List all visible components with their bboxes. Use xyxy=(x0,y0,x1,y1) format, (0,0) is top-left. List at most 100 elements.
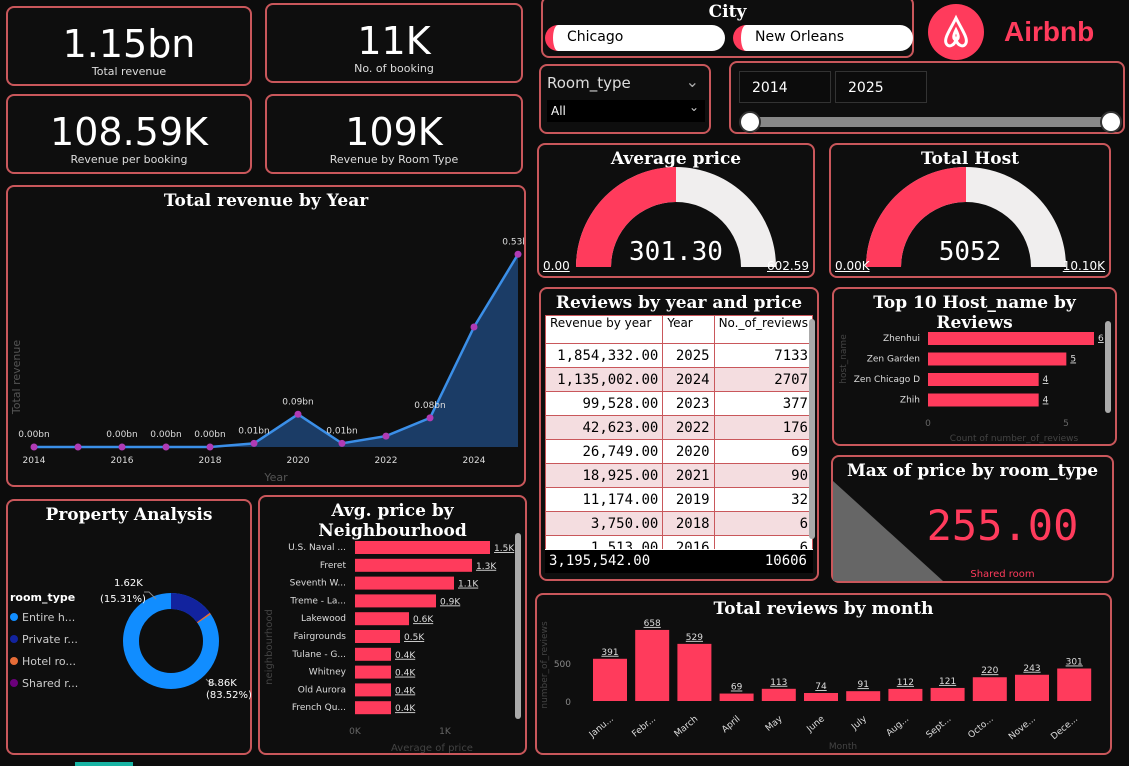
data-label: 69 xyxy=(731,683,743,693)
y-tick-label: Old Aurora xyxy=(298,685,346,695)
x-tick-label: 2018 xyxy=(199,456,222,466)
kpi-value: 109K xyxy=(345,110,443,154)
gauge-min: 0.00 xyxy=(543,259,570,273)
x-axis-title: Month xyxy=(829,742,857,752)
kpi-label: Revenue by Room Type xyxy=(329,153,459,166)
col-header-year[interactable]: Year xyxy=(662,315,715,344)
table-row[interactable]: 26,749.00 2020 69 xyxy=(544,439,814,464)
bar xyxy=(928,352,1067,366)
table-cell: 26,749.00 xyxy=(544,439,664,464)
neighbourhood-scrollbar[interactable] xyxy=(515,533,521,719)
table-title: Reviews by year and price xyxy=(555,293,803,313)
x-tick-label: Aug... xyxy=(885,714,911,738)
table-cell: 90 xyxy=(713,463,814,488)
hosts-scrollbar[interactable] xyxy=(1105,321,1111,413)
x-tick-label: 2016 xyxy=(111,456,134,466)
y-tick-label: Freret xyxy=(320,561,347,571)
table-cell: 99,528.00 xyxy=(544,391,664,416)
col-header-revenue[interactable]: Revenue by year xyxy=(544,315,664,344)
data-point xyxy=(162,443,170,451)
bar xyxy=(355,576,454,590)
average-price-gauge: Average price 301.30 0.00 602.59 xyxy=(537,143,815,278)
table-row[interactable]: 1,854,332.00 2025 7133 xyxy=(544,343,814,368)
bar xyxy=(355,541,490,554)
y-tick-label: 0 xyxy=(565,698,571,708)
table-cell: 2707 xyxy=(713,367,814,392)
bar xyxy=(635,629,670,701)
room-type-dropdown[interactable]: All ⌄ xyxy=(547,100,705,122)
bar xyxy=(930,687,965,701)
table-cell: 2022 xyxy=(662,415,715,440)
table-row[interactable]: 11,174.00 2019 32 xyxy=(544,487,814,512)
city-option-new-orleans[interactable]: New Orleans xyxy=(733,25,913,51)
x-tick-label: 1K xyxy=(439,727,452,737)
chevron-down-icon[interactable]: ⌄ xyxy=(686,72,699,91)
bar xyxy=(719,693,754,701)
x-axis-title: Year xyxy=(263,471,288,484)
year-range-end-handle[interactable] xyxy=(1100,111,1122,133)
data-point xyxy=(470,323,478,331)
table-cell: 32 xyxy=(713,487,814,512)
table-row[interactable]: 1,135,002.00 2024 2707 xyxy=(544,367,814,392)
kpi-revenue-room-type: 109K Revenue by Room Type xyxy=(265,94,523,174)
x-tick-label: Janu... xyxy=(587,714,616,740)
table-row[interactable]: 99,528.00 2023 377 xyxy=(544,391,814,416)
data-label: 0.08bn xyxy=(414,401,445,411)
table-cell: 11,174.00 xyxy=(544,487,664,512)
col-header-reviews[interactable]: No._of_reviews xyxy=(713,315,814,344)
data-label: 4 xyxy=(1043,396,1049,406)
year-from-input[interactable]: 2014 xyxy=(739,71,831,103)
bar xyxy=(1015,674,1049,701)
kpi-total-revenue: 1.15bn Total revenue xyxy=(6,6,252,86)
table-cell: 2019 xyxy=(662,487,715,512)
data-label: 91 xyxy=(857,680,868,690)
data-label: 5 xyxy=(1070,355,1076,365)
year-range-start-handle[interactable] xyxy=(739,111,761,133)
revenue-plot: 0.00bn 0.00bn 0.00bn 0.00bn 0.01bn 0.09bn 0.01… xyxy=(10,237,524,484)
x-tick-label: July xyxy=(849,714,869,733)
bar xyxy=(355,630,400,643)
total-reviews-cell: 10606 xyxy=(764,553,807,569)
bar xyxy=(972,677,1007,701)
data-point xyxy=(514,250,522,258)
page-tab-indicator[interactable] xyxy=(75,762,133,766)
data-point xyxy=(426,414,434,422)
y-tick-label: 500 xyxy=(554,660,571,670)
x-tick-label: Nove... xyxy=(1007,714,1038,742)
y-tick-label: Whitney xyxy=(309,668,347,678)
y-tick-label: Seventh W... xyxy=(290,579,346,589)
table-cell: 1,135,002.00 xyxy=(544,367,664,392)
month-plot: 0 500 391 Janu... 658 Febr... 529 March 69 April 1… xyxy=(540,619,1092,752)
year-to-input[interactable]: 2025 xyxy=(835,71,927,103)
y-tick-label: Fairgrounds xyxy=(294,632,347,642)
table-row[interactable]: 42,623.00 2022 176 xyxy=(544,415,814,440)
data-label: 658 xyxy=(644,619,661,629)
city-option-chicago[interactable]: Chicago xyxy=(545,25,725,51)
gauge-max: 602.59 xyxy=(767,259,809,273)
table-scrollbar[interactable] xyxy=(809,319,815,539)
year-slicer: 2014 2025 xyxy=(729,61,1125,134)
table-cell: 2021 xyxy=(662,463,715,488)
max-price-value: 255.00 xyxy=(926,501,1079,550)
x-tick-label: 0K xyxy=(349,727,362,737)
x-tick-label: 5 xyxy=(1063,419,1069,429)
data-label: 0.09bn xyxy=(282,397,313,407)
card-title: Max of price by room_type xyxy=(846,461,1099,481)
table-header: Revenue by year Year No._of_reviews xyxy=(544,315,814,344)
bar xyxy=(928,373,1039,386)
table-cell: 2020 xyxy=(662,439,715,464)
data-label: 0.4K xyxy=(395,686,416,696)
table-row[interactable]: 18,925.00 2021 90 xyxy=(544,463,814,488)
data-label: 1.5K xyxy=(494,544,515,554)
data-label: 121 xyxy=(939,677,956,687)
data-label: 0.01bn xyxy=(326,426,357,436)
bar xyxy=(928,393,1039,407)
y-tick-label: Zhenhui xyxy=(883,334,920,344)
x-tick-label: March xyxy=(673,714,700,739)
table-cell: 42,623.00 xyxy=(544,415,664,440)
x-tick-label: 0 xyxy=(925,419,931,429)
bar xyxy=(355,647,391,661)
data-point xyxy=(294,410,302,418)
data-label: 391 xyxy=(601,648,618,658)
table-row[interactable]: 3,750.00 2018 6 xyxy=(544,511,814,536)
